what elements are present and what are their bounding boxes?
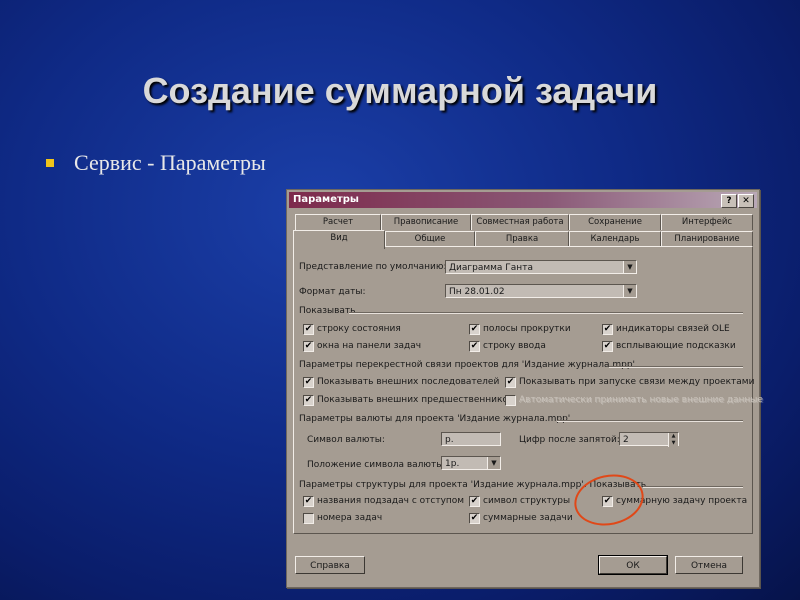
checkbox-ole-indicators[interactable]: ✔ bbox=[602, 324, 613, 335]
checkbox-tooltips[interactable]: ✔ bbox=[602, 341, 613, 352]
default-view-label: Представление по умолчанию: bbox=[299, 262, 447, 272]
checkbox-taskbar-windows[interactable]: ✔ bbox=[303, 341, 314, 352]
group-divider bbox=[609, 366, 743, 368]
currency-symbol-input[interactable]: р. bbox=[441, 432, 501, 446]
bullet-marker bbox=[46, 159, 54, 167]
cancel-button[interactable]: Отмена bbox=[675, 556, 743, 574]
checkbox-label: Показывать при запуске связи между проек… bbox=[519, 377, 755, 387]
help-button[interactable]: Справка bbox=[295, 556, 365, 574]
symbol-position-label: Положение символа валюты: bbox=[307, 460, 447, 470]
checkbox-show-links-on-open[interactable]: ✔ bbox=[505, 377, 516, 388]
bullet-text: Сервис - Параметры bbox=[74, 150, 266, 175]
checkbox-task-numbers[interactable] bbox=[303, 513, 314, 524]
checkbox-label: полосы прокрутки bbox=[483, 324, 571, 334]
bullet-row: Сервис - Параметры bbox=[46, 150, 266, 176]
checkbox-label: Показывать внешних последователей bbox=[317, 377, 500, 387]
tab-raschet[interactable]: Расчет bbox=[295, 214, 381, 230]
chevron-down-icon[interactable]: ▼ bbox=[623, 285, 636, 297]
checkbox-status-bar[interactable]: ✔ bbox=[303, 324, 314, 335]
stepper-buttons[interactable]: ▲ ▼ bbox=[668, 433, 678, 447]
chevron-down-icon[interactable]: ▼ bbox=[668, 440, 678, 447]
checkbox-entry-bar[interactable]: ✔ bbox=[469, 341, 480, 352]
checkbox-label: строку ввода bbox=[483, 341, 546, 351]
tab-planirovanie[interactable]: Планирование bbox=[661, 231, 753, 247]
checkbox-label: суммарные задачи bbox=[483, 513, 573, 523]
checkbox-label: Автоматически принимать новые внешние да… bbox=[519, 395, 763, 405]
symbol-position-value: 1р. bbox=[445, 459, 460, 469]
checkbox-external-predecessors[interactable]: ✔ bbox=[303, 395, 314, 406]
tab-kalendar[interactable]: Календарь bbox=[569, 231, 661, 247]
group-divider bbox=[349, 312, 743, 314]
tab-sohranenie[interactable]: Сохранение bbox=[569, 214, 661, 230]
currency-symbol-label: Символ валюты: bbox=[307, 435, 385, 445]
chevron-down-icon[interactable]: ▼ bbox=[623, 261, 636, 273]
decimal-digits-value: 2 bbox=[623, 435, 629, 445]
chevron-down-icon[interactable]: ▼ bbox=[487, 457, 500, 469]
options-dialog: Параметры ? ✕ Расчет Правописание Совмес… bbox=[286, 189, 763, 588]
ok-button[interactable]: ОК bbox=[598, 555, 668, 575]
help-icon[interactable]: ? bbox=[721, 194, 737, 208]
checkbox-label: Показывать внешних предшественников bbox=[317, 395, 514, 405]
date-format-value: Пн 28.01.02 bbox=[449, 287, 505, 297]
checkbox-label: названия подзадач с отступом bbox=[317, 496, 465, 506]
group-divider bbox=[557, 420, 743, 422]
chevron-up-icon[interactable]: ▲ bbox=[668, 433, 678, 440]
checkbox-label: символ структуры bbox=[483, 496, 571, 506]
default-view-value: Диаграмма Ганта bbox=[449, 263, 533, 273]
checkbox-label: окна на панели задач bbox=[317, 341, 422, 351]
date-format-label: Формат даты: bbox=[299, 287, 366, 297]
checkbox-label: номера задач bbox=[317, 513, 383, 523]
checkbox-auto-accept[interactable] bbox=[505, 395, 516, 406]
currency-group-title: Параметры валюты для проекта 'Издание жу… bbox=[299, 414, 571, 424]
show-group-title: Показывать bbox=[299, 306, 356, 316]
tab-sovmestnaya-rabota[interactable]: Совместная работа bbox=[471, 214, 569, 230]
tab-obschie[interactable]: Общие bbox=[385, 231, 475, 247]
checkbox-label: строку состояния bbox=[317, 324, 401, 334]
checkbox-scrollbars[interactable]: ✔ bbox=[469, 324, 480, 335]
cross-group-title: Параметры перекрестной связи проектов дл… bbox=[299, 360, 636, 370]
slide-title: Создание суммарной задачи bbox=[142, 70, 658, 111]
date-format-select[interactable]: Пн 28.01.02 ▼ bbox=[445, 284, 637, 298]
tab-pravka[interactable]: Правка bbox=[475, 231, 569, 247]
checkbox-outline-symbol[interactable]: ✔ bbox=[469, 496, 480, 507]
decimal-digits-stepper[interactable]: 2 ▲ ▼ bbox=[619, 432, 679, 447]
checkbox-external-successors[interactable]: ✔ bbox=[303, 377, 314, 388]
default-view-select[interactable]: Диаграмма Ганта ▼ bbox=[445, 260, 637, 274]
decimal-digits-label: Цифр после запятой: bbox=[519, 435, 620, 445]
checkbox-label: индикаторы связей OLE bbox=[616, 324, 730, 334]
dialog-title: Параметры bbox=[293, 194, 359, 205]
checkbox-summary-tasks[interactable]: ✔ bbox=[469, 513, 480, 524]
tab-pravopisanie[interactable]: Правописание bbox=[381, 214, 471, 230]
group-divider bbox=[643, 486, 743, 488]
tab-interfeys[interactable]: Интерфейс bbox=[661, 214, 753, 230]
close-icon[interactable]: ✕ bbox=[738, 194, 754, 208]
tab-vid[interactable]: Вид bbox=[293, 230, 385, 249]
checkbox-indent-subtasks[interactable]: ✔ bbox=[303, 496, 314, 507]
symbol-position-select[interactable]: 1р. ▼ bbox=[441, 456, 501, 470]
dialog-titlebar[interactable]: Параметры ? ✕ bbox=[289, 192, 757, 208]
checkbox-label: всплывающие подсказки bbox=[616, 341, 736, 351]
